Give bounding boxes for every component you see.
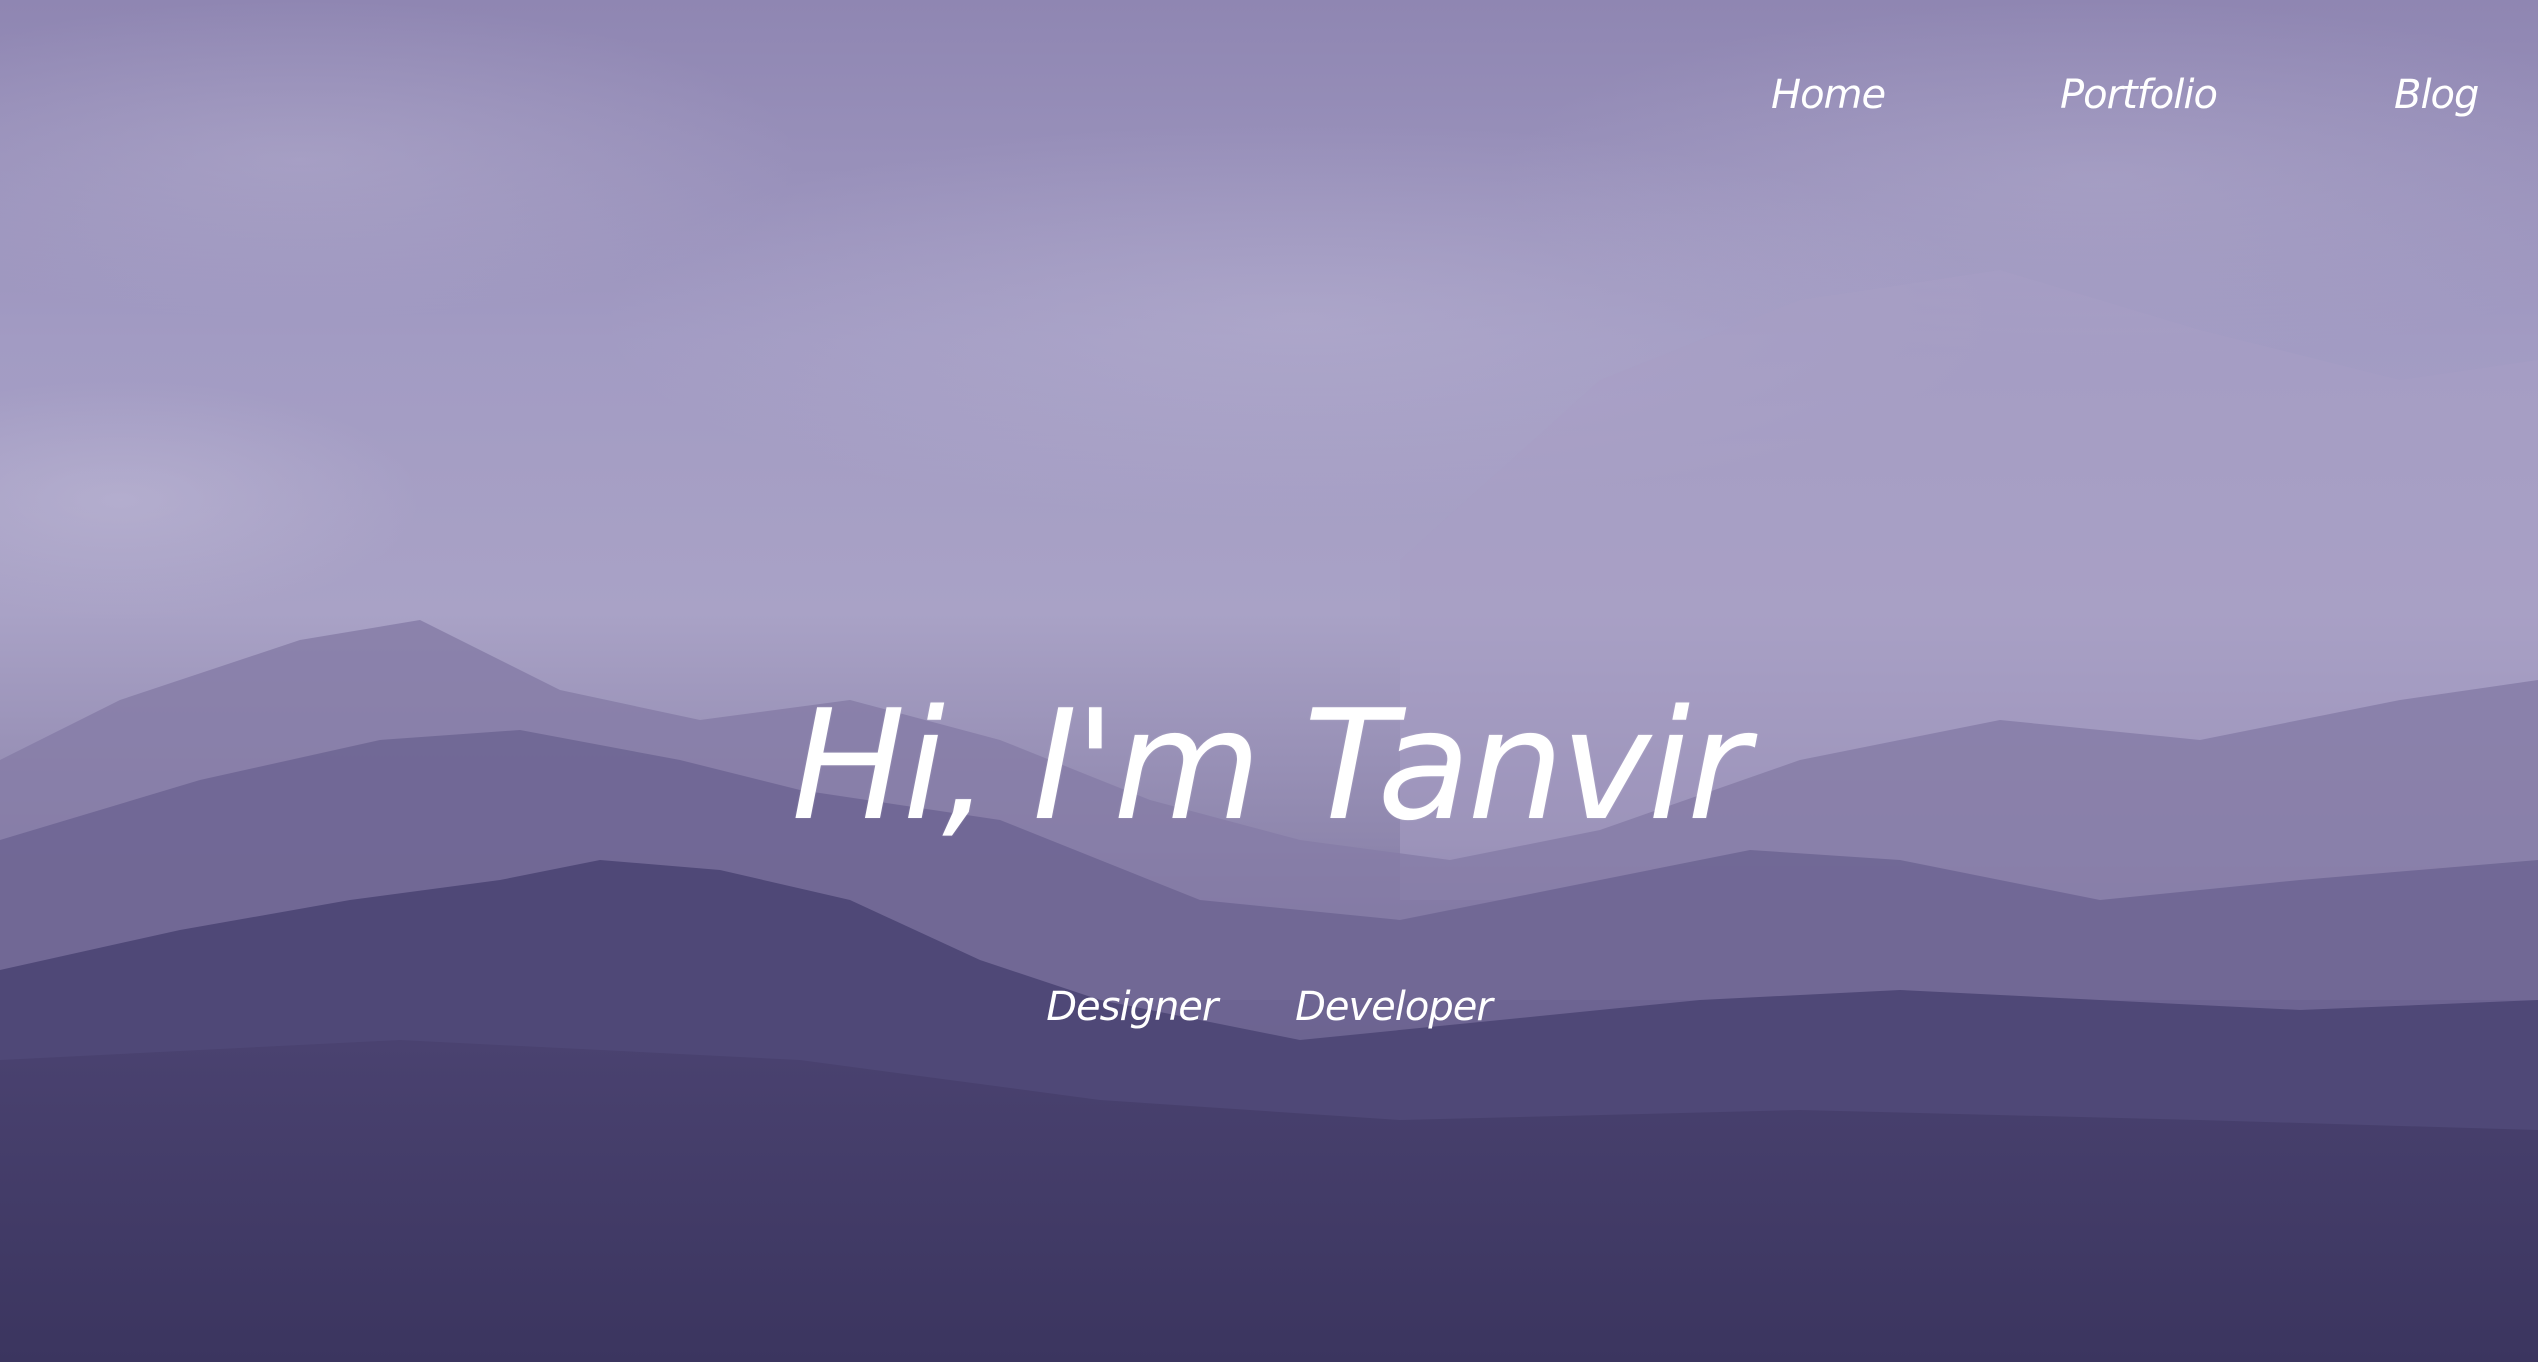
- hero-section: Home Portfolio Blog Hi, I'm Tanvir Desig…: [0, 0, 2538, 1362]
- hero-title: Hi, I'm Tanvir: [791, 677, 1749, 854]
- hero-roles: Designer Developer: [0, 984, 2538, 1030]
- top-navigation: Home Portfolio Blog: [0, 72, 2538, 132]
- nav-link-blog[interactable]: Blog: [2394, 72, 2479, 118]
- nav-link-portfolio[interactable]: Portfolio: [2060, 72, 2218, 118]
- role-developer: Developer: [1295, 984, 1493, 1030]
- role-designer: Designer: [1046, 984, 1218, 1030]
- nav-link-home[interactable]: Home: [1771, 72, 1886, 118]
